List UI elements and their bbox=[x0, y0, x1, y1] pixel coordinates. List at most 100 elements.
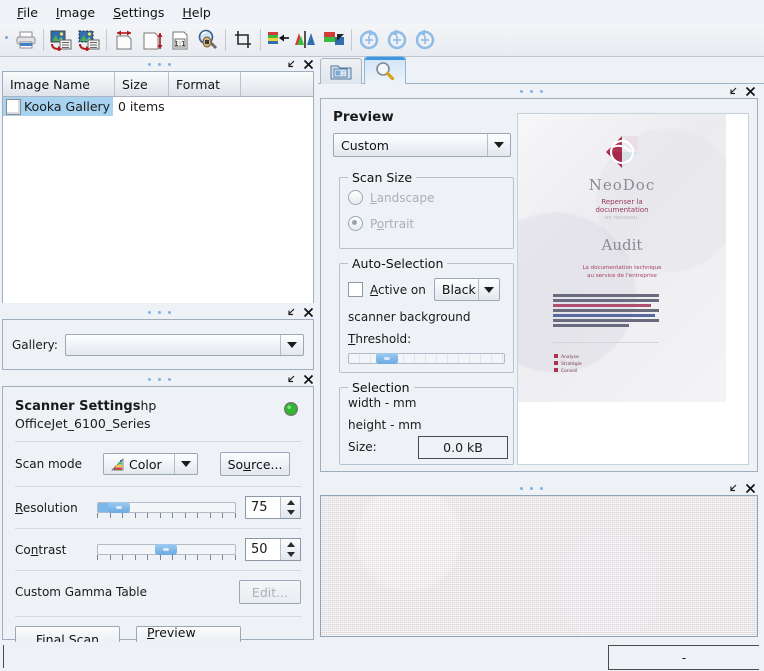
status-led-icon bbox=[283, 397, 301, 420]
selection-height: height - mm bbox=[348, 418, 422, 432]
mirror-horizontal-icon[interactable] bbox=[320, 26, 348, 54]
crop-icon[interactable] bbox=[229, 26, 257, 54]
selection-legend: Selection bbox=[348, 380, 414, 395]
print-icon[interactable] bbox=[12, 26, 40, 54]
scanner-settings-titlebar[interactable] bbox=[0, 372, 318, 386]
close-icon[interactable] bbox=[744, 482, 756, 494]
landscape-label: Landscape bbox=[370, 191, 434, 205]
resolution-slider[interactable] bbox=[97, 501, 236, 515]
chevron-down-icon[interactable] bbox=[174, 454, 197, 474]
scanned-page-image: NeoDoc Repenser la documentation en nouv… bbox=[518, 114, 726, 402]
svg-text:1:1: 1:1 bbox=[174, 40, 185, 48]
scanner-device: OfficeJet_6100_Series bbox=[15, 415, 283, 432]
close-icon[interactable] bbox=[302, 373, 314, 385]
preview-tagline-2: documentation bbox=[518, 206, 726, 214]
contrast-spinner[interactable]: 50 bbox=[245, 538, 301, 561]
selection-size-value: 0.0 kB bbox=[418, 436, 508, 459]
tab-preview[interactable] bbox=[364, 56, 406, 84]
preview-canvas[interactable]: NeoDoc Repenser la documentation en nouv… bbox=[517, 113, 749, 465]
spin-down-icon[interactable] bbox=[281, 550, 300, 561]
rotate-180-icon[interactable] bbox=[411, 26, 439, 54]
scanner-preview-titlebar[interactable] bbox=[318, 481, 764, 495]
preview-panel-titlebar[interactable] bbox=[318, 84, 764, 98]
column-header-size[interactable]: Size bbox=[115, 72, 169, 96]
chevron-down-icon[interactable] bbox=[478, 279, 499, 300]
active-on-label: Active on bbox=[370, 283, 426, 297]
preview-title: Preview bbox=[333, 109, 513, 125]
image-list-rows: Kooka Gallery 0 items bbox=[3, 97, 313, 303]
row-size: 0 items bbox=[113, 99, 165, 114]
close-icon[interactable] bbox=[302, 58, 314, 70]
float-icon[interactable] bbox=[285, 58, 297, 70]
chevron-down-icon[interactable] bbox=[280, 335, 303, 355]
toolbar-drag-handle[interactable] bbox=[2, 27, 12, 53]
float-icon[interactable] bbox=[285, 306, 297, 318]
portrait-radio[interactable] bbox=[348, 216, 363, 231]
gallery-panel-titlebar[interactable] bbox=[0, 305, 318, 319]
toolbar-separator bbox=[106, 29, 107, 51]
active-on-checkbox[interactable] bbox=[348, 282, 363, 297]
column-header-image-name[interactable]: Image Name bbox=[3, 72, 115, 96]
float-icon[interactable] bbox=[727, 482, 739, 494]
gallery-panel: Gallery: bbox=[0, 305, 318, 372]
chevron-down-icon[interactable] bbox=[487, 134, 510, 156]
mirror-both-icon[interactable] bbox=[292, 26, 320, 54]
original-size-icon[interactable]: 1:1 bbox=[166, 26, 194, 54]
contrast-slider[interactable] bbox=[97, 543, 236, 557]
rotate-cw-icon[interactable] bbox=[383, 26, 411, 54]
menu-file[interactable]: File bbox=[8, 2, 47, 23]
menu-help[interactable]: Help bbox=[173, 2, 220, 23]
preview-panel: Preview Custom Scan Size Landscape Portr… bbox=[318, 84, 764, 474]
rotate-acw-icon[interactable] bbox=[355, 26, 383, 54]
gallery-label: Gallery: bbox=[12, 338, 58, 352]
table-row[interactable]: Kooka Gallery 0 items bbox=[3, 97, 313, 116]
toolbar-separator bbox=[43, 29, 44, 51]
spin-up-icon[interactable] bbox=[281, 497, 300, 508]
landscape-radio[interactable] bbox=[348, 190, 363, 205]
close-icon[interactable] bbox=[302, 306, 314, 318]
gallery-folder-icon bbox=[330, 62, 352, 81]
fit-height-icon[interactable] bbox=[138, 26, 166, 54]
import-selection-icon[interactable] bbox=[75, 26, 103, 54]
scan-area-canvas[interactable] bbox=[320, 495, 758, 637]
background-color-combo[interactable]: Black bbox=[434, 278, 500, 301]
panel-drag-dots[interactable] bbox=[520, 487, 543, 490]
preview-format-combo[interactable]: Custom bbox=[333, 133, 511, 157]
threshold-slider[interactable] bbox=[348, 352, 505, 366]
mirror-vertical-icon[interactable] bbox=[264, 26, 292, 54]
source-button[interactable]: Source... bbox=[220, 452, 290, 476]
fit-width-icon[interactable] bbox=[110, 26, 138, 54]
panel-drag-dots[interactable] bbox=[148, 378, 171, 381]
auto-selection-legend: Auto-Selection bbox=[348, 256, 447, 271]
panel-drag-dots[interactable] bbox=[520, 90, 543, 93]
scan-mode-combo[interactable]: Color bbox=[103, 453, 198, 475]
panel-drag-dots[interactable] bbox=[148, 63, 171, 66]
menu-settings[interactable]: Settings bbox=[104, 2, 173, 23]
tab-gallery[interactable] bbox=[320, 58, 362, 84]
gamma-edit-button[interactable]: Edit... bbox=[239, 580, 301, 604]
menubar: File Image Settings Help bbox=[0, 0, 764, 24]
divider bbox=[15, 441, 301, 442]
panel-drag-dots[interactable] bbox=[148, 311, 171, 314]
image-list-panel-titlebar[interactable] bbox=[0, 57, 318, 71]
toolbar-separator bbox=[351, 29, 352, 51]
background-color-value: Black bbox=[442, 282, 476, 297]
spin-down-icon[interactable] bbox=[281, 508, 300, 519]
menu-image[interactable]: Image bbox=[47, 2, 104, 23]
column-header-format[interactable]: Format bbox=[169, 72, 241, 96]
float-icon[interactable] bbox=[727, 85, 739, 97]
divider bbox=[15, 486, 301, 487]
spin-up-icon[interactable] bbox=[281, 539, 300, 550]
column-header-filler bbox=[241, 72, 313, 96]
scanner-settings-panel: Scanner Settingshp OfficeJet_6100_Series… bbox=[0, 372, 318, 642]
resolution-label: Resolution bbox=[15, 501, 97, 515]
resolution-spinner[interactable]: 75 bbox=[245, 496, 301, 519]
close-icon[interactable] bbox=[744, 85, 756, 97]
scan-noise-texture bbox=[321, 496, 757, 636]
gallery-combo[interactable] bbox=[65, 334, 304, 356]
zoom-icon[interactable] bbox=[194, 26, 222, 54]
float-icon[interactable] bbox=[285, 373, 297, 385]
magnifier-icon bbox=[373, 61, 397, 81]
import-image-icon[interactable] bbox=[47, 26, 75, 54]
preview-heading: Audit bbox=[518, 236, 726, 254]
